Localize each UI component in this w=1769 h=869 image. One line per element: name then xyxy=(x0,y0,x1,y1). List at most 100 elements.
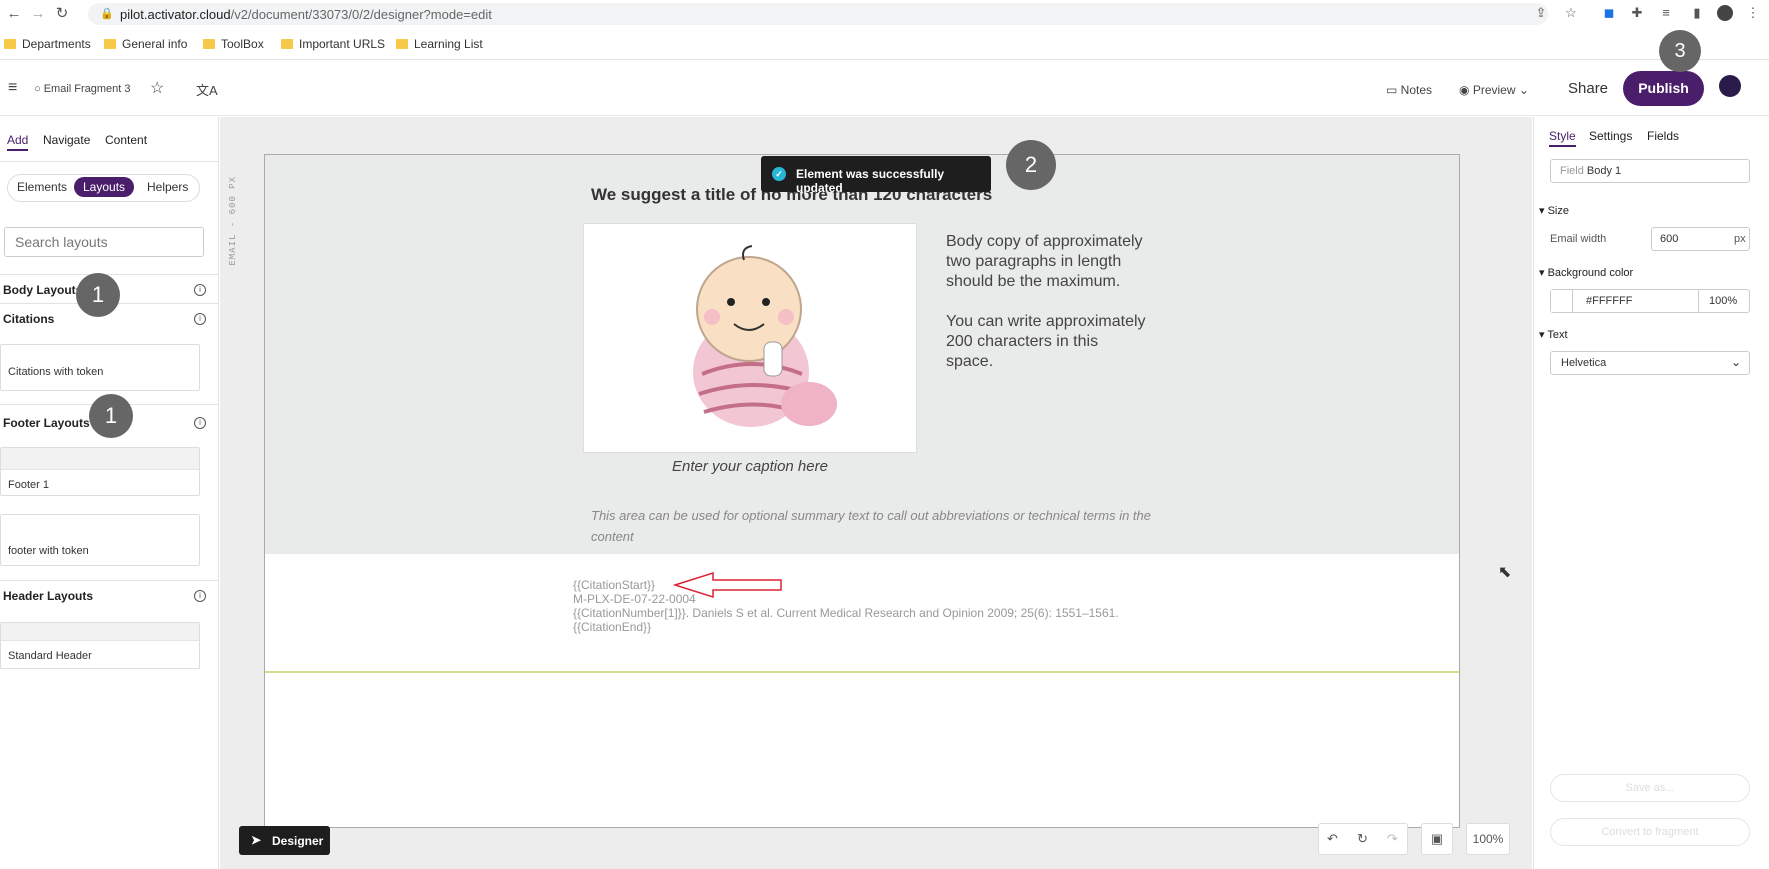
folder-icon xyxy=(4,39,16,49)
divider xyxy=(0,274,219,275)
briefcase-icon[interactable]: ▣ xyxy=(1421,823,1453,855)
folder-icon xyxy=(281,39,293,49)
info-icon[interactable]: i xyxy=(194,313,206,325)
section-background[interactable]: ▾ Background color xyxy=(1539,266,1633,279)
step-marker-2: 2 xyxy=(1006,140,1056,190)
image-caption[interactable]: Enter your caption here xyxy=(583,458,917,475)
tab-style[interactable]: Style xyxy=(1549,129,1576,147)
more-menu-icon[interactable]: ⋮ xyxy=(1745,5,1761,21)
user-avatar[interactable] xyxy=(1719,75,1741,97)
forward-icon[interactable]: → xyxy=(28,4,48,24)
side-panel-icon[interactable]: ▮ xyxy=(1689,5,1705,21)
chevron-down-icon: ⌄ xyxy=(1731,355,1742,369)
body-paragraph-2: You can write approximately 200 characte… xyxy=(946,313,1146,370)
redo-icon[interactable]: ↷ xyxy=(1387,824,1398,854)
convert-to-fragment-button[interactable]: Convert to fragment xyxy=(1550,818,1750,846)
designer-label: Designer xyxy=(272,834,324,848)
layout-card-footer-1[interactable]: Footer 1 xyxy=(0,447,200,496)
favorite-star-icon[interactable]: ☆ xyxy=(150,78,164,98)
citation-line: {{CitationStart}} xyxy=(573,578,656,592)
bookmark-departments[interactable]: Departments xyxy=(4,36,91,52)
layout-card-standard-header[interactable]: Standard Header xyxy=(0,622,200,669)
back-icon[interactable]: ← xyxy=(4,4,24,24)
email-width-input[interactable]: 600 px xyxy=(1651,227,1750,251)
card-thumbnail xyxy=(1,345,199,359)
search-layouts-input[interactable]: Search layouts xyxy=(4,227,204,257)
divider xyxy=(0,161,219,162)
preview-button[interactable]: ◉ Preview ⌄ xyxy=(1459,83,1529,97)
section-size-label: Size xyxy=(1547,205,1569,217)
section-header-layouts[interactable]: Header Layouts xyxy=(3,589,93,603)
tab-settings[interactable]: Settings xyxy=(1589,129,1632,143)
segment-control: Elements Layouts Helpers xyxy=(7,174,200,202)
summary-text[interactable]: This area can be used for optional summa… xyxy=(591,505,1151,547)
reload-icon[interactable]: ↻ xyxy=(52,4,72,24)
publish-button[interactable]: Publish xyxy=(1623,71,1704,106)
bookmark-star-icon[interactable]: ☆ xyxy=(1563,5,1579,21)
segment-layouts[interactable]: Layouts xyxy=(74,177,135,197)
bookmark-general-info[interactable]: General info xyxy=(104,36,187,52)
save-as-button[interactable]: Save as... xyxy=(1550,774,1750,802)
bookmark-label: Important URLS xyxy=(299,37,386,51)
citation-line: {{CitationEnd}} xyxy=(573,620,652,634)
share-button[interactable]: Share xyxy=(1568,80,1608,97)
zoom-level[interactable]: 100% xyxy=(1466,823,1510,855)
font-select[interactable]: Helvetica ⌄ xyxy=(1550,351,1750,375)
tab-content[interactable]: Content xyxy=(105,133,147,147)
color-swatch[interactable] xyxy=(1551,290,1573,312)
email-width-ruler: EMAIL - 600 PX xyxy=(228,176,238,266)
layout-card-citations-token[interactable]: Citations with token xyxy=(0,344,200,391)
undo-icon[interactable]: ↶ xyxy=(1327,824,1338,854)
url-text: pilot.activator.cloud/v2/document/33073/… xyxy=(120,7,492,22)
body-paragraph-1: Body copy of approximately two paragraph… xyxy=(946,233,1143,290)
email-content-block[interactable]: We suggest a title of no more than 120 c… xyxy=(265,155,1459,554)
doc-title[interactable]: ○ Email Fragment 3 xyxy=(34,83,131,95)
segment-helpers[interactable]: Helpers xyxy=(147,180,188,194)
notes-button[interactable]: ▭ Notes xyxy=(1386,83,1432,97)
designer-mode-button[interactable]: ➤ Designer xyxy=(239,826,330,855)
section-size[interactable]: ▾ Size xyxy=(1539,204,1569,217)
field-name-input[interactable]: Field Body 1 xyxy=(1550,159,1750,183)
email-image[interactable] xyxy=(583,223,917,453)
background-color-field[interactable]: #FFFFFF 100% xyxy=(1550,289,1750,313)
bookmark-important-urls[interactable]: Important URLS xyxy=(281,36,385,52)
info-icon[interactable]: i xyxy=(194,417,206,429)
profile-avatar[interactable] xyxy=(1717,5,1733,21)
segment-elements[interactable]: Elements xyxy=(17,180,67,194)
address-bar[interactable]: 🔒 pilot.activator.cloud/v2/document/3307… xyxy=(88,3,1548,25)
puzzle-icon[interactable]: ✚ xyxy=(1629,5,1645,21)
layout-card-footer-token[interactable]: footer with token xyxy=(0,514,200,566)
bookmark-label: General info xyxy=(122,37,188,51)
email-body-copy[interactable]: Body copy of approximately two paragraph… xyxy=(946,232,1146,372)
extension-icon[interactable]: ◼ xyxy=(1601,5,1617,21)
section-citations[interactable]: Citations xyxy=(3,312,54,326)
bg-hex-value[interactable]: #FFFFFF xyxy=(1586,295,1632,307)
restore-icon[interactable]: ↻ xyxy=(1357,824,1368,854)
success-toast: ✓ Element was successfully updated xyxy=(761,156,991,195)
translate-icon[interactable]: 文A xyxy=(196,80,218,99)
hamburger-menu-icon[interactable]: ≡ xyxy=(8,79,17,97)
tab-navigate[interactable]: Navigate xyxy=(43,133,90,147)
font-value: Helvetica xyxy=(1561,357,1607,369)
info-icon[interactable]: i xyxy=(194,590,206,602)
bookmark-label: Departments xyxy=(22,37,91,51)
card-label: Footer 1 xyxy=(8,479,49,491)
section-footer-layouts[interactable]: Footer Layouts xyxy=(3,416,90,430)
info-icon[interactable]: i xyxy=(194,284,206,296)
citation-line: M-PLX-DE-07-22-0004 xyxy=(573,592,696,606)
field-value: Body 1 xyxy=(1586,165,1622,177)
section-text[interactable]: ▾ Text xyxy=(1539,328,1568,341)
bg-opacity-value[interactable]: 100% xyxy=(1698,290,1747,312)
citation-block[interactable]: {{CitationStart}} M-PLX-DE-07-22-0004 {{… xyxy=(573,578,1119,634)
section-body-layouts[interactable]: Body Layouts xyxy=(3,283,82,297)
bookmark-toolbox[interactable]: ToolBox xyxy=(203,36,264,52)
bookmark-learning-list[interactable]: Learning List xyxy=(396,36,483,52)
tab-fields[interactable]: Fields xyxy=(1647,129,1679,143)
folder-icon xyxy=(203,39,215,49)
app-header: ≡ ○ Email Fragment 3 ☆ 文A ▭ Notes ◉ Prev… xyxy=(0,61,1769,116)
card-label: Citations with token xyxy=(8,366,104,378)
share-page-icon[interactable]: ⇪ xyxy=(1533,5,1549,21)
reading-list-icon[interactable]: ≡ xyxy=(1658,5,1674,21)
tab-add[interactable]: Add xyxy=(7,133,29,151)
email-width-unit: px xyxy=(1734,233,1746,245)
